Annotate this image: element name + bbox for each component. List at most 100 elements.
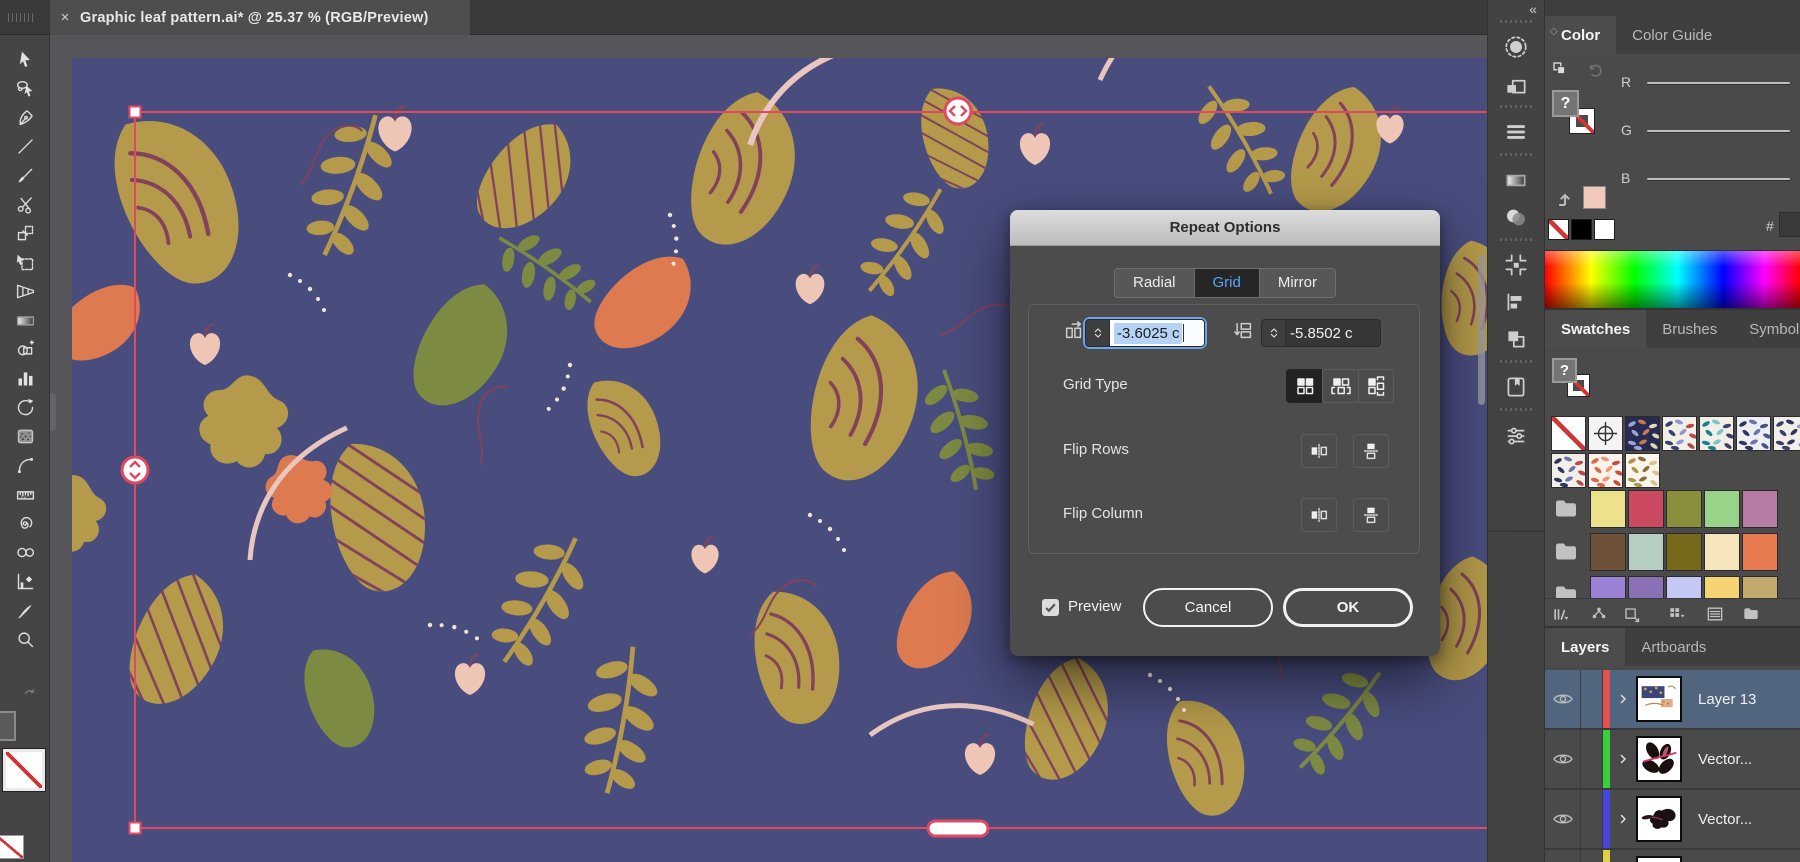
collapse-dock-icon[interactable]: « bbox=[1529, 1, 1537, 17]
panel-drag-handle[interactable] bbox=[1500, 408, 1532, 411]
stroke-swatch[interactable] bbox=[0, 711, 16, 741]
v-spacing-stepper[interactable] bbox=[1261, 319, 1285, 347]
h-spacing-stepper[interactable] bbox=[1085, 319, 1109, 347]
scissors-tool[interactable] bbox=[0, 190, 50, 219]
layer-row[interactable]: Vector... bbox=[1545, 790, 1800, 848]
color-swatch[interactable] bbox=[1628, 490, 1664, 528]
rotate-tool[interactable] bbox=[0, 393, 50, 422]
new-folder-button[interactable] bbox=[1741, 604, 1761, 624]
graph-tool[interactable] bbox=[0, 567, 50, 596]
channel-slider-g[interactable] bbox=[1647, 130, 1790, 132]
color-swatch[interactable] bbox=[1590, 490, 1626, 528]
measure-tool[interactable]: 1 2 bbox=[0, 480, 50, 509]
line-tool[interactable] bbox=[0, 132, 50, 161]
color-themes-button[interactable] bbox=[1589, 604, 1609, 624]
dialog-tab-grid[interactable]: Grid bbox=[1194, 268, 1259, 298]
hex-input[interactable] bbox=[1779, 212, 1800, 237]
pattern-swatch[interactable] bbox=[1625, 416, 1660, 451]
swap-fill-stroke-icon[interactable] bbox=[20, 687, 38, 710]
dialog-tab-mirror[interactable]: Mirror bbox=[1259, 268, 1336, 298]
swatch-libraries-button[interactable] bbox=[1551, 604, 1571, 624]
pattern-swatch[interactable] bbox=[1736, 416, 1771, 451]
layer-expand-button[interactable] bbox=[1610, 753, 1636, 765]
color-swatch[interactable] bbox=[1628, 533, 1664, 571]
color-swatch[interactable] bbox=[1590, 533, 1626, 571]
vertical-scrollbar[interactable] bbox=[1478, 255, 1485, 405]
channel-slider-r[interactable] bbox=[1647, 82, 1790, 84]
document-tab[interactable]: × Graphic leaf pattern.ai* @ 25.37 % (RG… bbox=[50, 0, 470, 35]
color-swatch[interactable] bbox=[1704, 533, 1740, 571]
black-swatch[interactable] bbox=[1571, 219, 1592, 240]
direct-selection-tool[interactable] bbox=[0, 74, 50, 103]
free-transform-tool[interactable] bbox=[0, 248, 50, 277]
paintbrush-tool[interactable] bbox=[0, 161, 50, 190]
panel-collapse-icon[interactable]: ◇ bbox=[1550, 26, 1558, 37]
preview-checkbox[interactable] bbox=[1042, 599, 1059, 616]
layer-row[interactable] bbox=[1545, 850, 1800, 862]
layer-expand-button[interactable] bbox=[1610, 693, 1636, 705]
panel-button-align[interactable] bbox=[1494, 285, 1538, 319]
h-spacing-input[interactable]: -3.6025 c bbox=[1109, 319, 1205, 347]
close-document-icon[interactable]: × bbox=[50, 9, 80, 26]
swatch-kinds-button[interactable] bbox=[1667, 604, 1687, 624]
layer-visibility-toggle[interactable] bbox=[1545, 790, 1581, 848]
pattern-swatch[interactable] bbox=[1773, 416, 1800, 451]
panel-drag-handle[interactable] bbox=[1500, 105, 1532, 108]
panel-button-libraries[interactable] bbox=[1494, 370, 1538, 404]
gradient-tool[interactable] bbox=[0, 306, 50, 335]
swirl-tool[interactable] bbox=[0, 509, 50, 538]
grid-type-brick-column-button[interactable] bbox=[1358, 369, 1394, 403]
grid-type-uniform-button[interactable] bbox=[1286, 369, 1322, 403]
panel-button-pathfinder-2[interactable] bbox=[1494, 322, 1538, 356]
swatch-group-folder[interactable] bbox=[1551, 490, 1590, 528]
flip-column-horizontal-button[interactable] bbox=[1301, 498, 1337, 532]
layer-lock-cell[interactable] bbox=[1581, 670, 1603, 728]
color-tab-color-guide[interactable]: Color Guide bbox=[1616, 16, 1728, 54]
layer-row[interactable]: Vector... bbox=[1545, 730, 1800, 788]
layer-expand-button[interactable] bbox=[1610, 813, 1636, 825]
panel-drag-handle[interactable] bbox=[1500, 20, 1532, 23]
white-swatch[interactable] bbox=[1594, 219, 1615, 240]
color-swatch[interactable] bbox=[1742, 490, 1778, 528]
layer-thumbnail[interactable] bbox=[1636, 736, 1682, 782]
pattern-swatch[interactable] bbox=[1588, 453, 1623, 488]
panel-button-sliders[interactable] bbox=[1494, 418, 1538, 452]
layer-visibility-toggle[interactable] bbox=[1545, 670, 1581, 728]
pattern-swatch[interactable] bbox=[1551, 453, 1586, 488]
layer-lock-cell[interactable] bbox=[1581, 850, 1603, 862]
curvature-tool[interactable] bbox=[0, 451, 50, 480]
panel-header-strip[interactable] bbox=[1545, 0, 1800, 16]
panel-button-dotted-circle[interactable] bbox=[1494, 30, 1538, 64]
swatch-list-button[interactable] bbox=[1705, 604, 1725, 624]
fill-color-unknown[interactable]: ? bbox=[1552, 90, 1579, 117]
panel-button-stroke-lines[interactable] bbox=[1494, 115, 1538, 149]
layer-lock-cell[interactable] bbox=[1581, 790, 1603, 848]
toolbar-grip[interactable] bbox=[8, 13, 34, 22]
fill-swatch-none[interactable] bbox=[3, 749, 45, 791]
pattern-swatch[interactable] bbox=[1662, 416, 1697, 451]
channel-slider-b[interactable] bbox=[1647, 178, 1790, 180]
layer-visibility-toggle[interactable] bbox=[1545, 730, 1581, 788]
color-swatch[interactable] bbox=[1742, 533, 1778, 571]
layer-thumbnail[interactable] bbox=[1636, 676, 1682, 722]
color-swatch[interactable] bbox=[1666, 490, 1702, 528]
current-color-swatch[interactable] bbox=[1583, 186, 1606, 209]
panel-button-transparency[interactable] bbox=[1494, 200, 1538, 234]
layer-thumbnail[interactable] bbox=[1636, 796, 1682, 842]
selection-tool[interactable] bbox=[0, 45, 50, 74]
cancel-button[interactable]: Cancel bbox=[1143, 588, 1273, 627]
ellipse-tool[interactable] bbox=[0, 538, 50, 567]
layers-tab-layers[interactable]: Layers bbox=[1545, 628, 1625, 666]
swatch-group-folder[interactable] bbox=[1551, 533, 1590, 571]
panel-edge-grabber[interactable] bbox=[50, 393, 56, 431]
panel-drag-handle[interactable] bbox=[1500, 153, 1532, 156]
flip-rows-vertical-button[interactable] bbox=[1353, 434, 1389, 468]
swap-colors-icon[interactable] bbox=[1551, 60, 1569, 83]
panel-button-pathfinder[interactable] bbox=[1494, 67, 1538, 101]
panel-button-artboard[interactable] bbox=[1494, 248, 1538, 282]
knife-tool[interactable] bbox=[0, 596, 50, 625]
layer-thumbnail[interactable] bbox=[1636, 856, 1682, 862]
grid-type-brick-row-button[interactable] bbox=[1322, 369, 1358, 403]
zoom-tool[interactable] bbox=[0, 625, 50, 654]
shape-builder-tool[interactable] bbox=[0, 335, 50, 364]
